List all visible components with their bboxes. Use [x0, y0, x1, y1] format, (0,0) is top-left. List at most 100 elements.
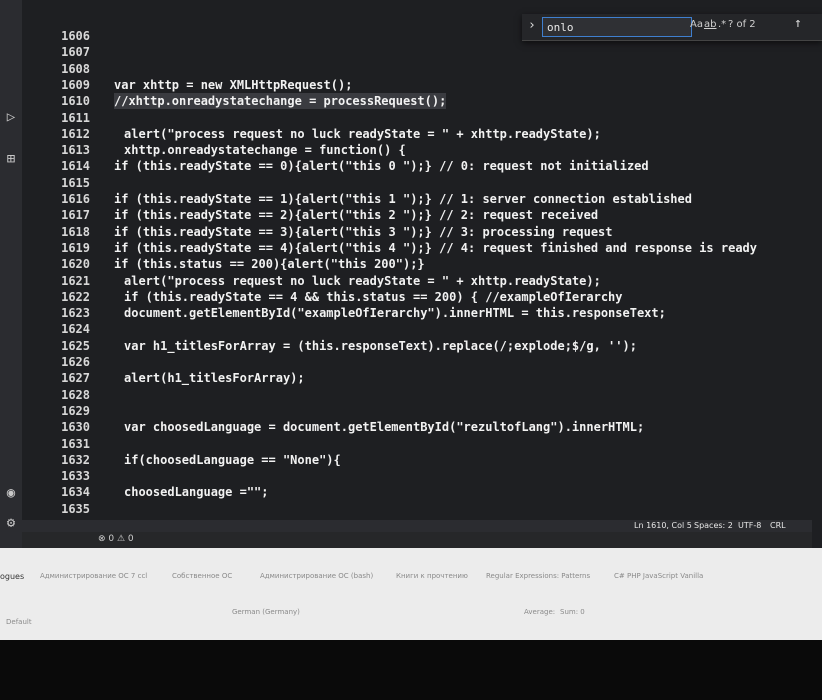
line-number: 1624: [61, 322, 90, 337]
code-line[interactable]: 1629: [22, 403, 812, 419]
find-match-count: ? of 2: [728, 19, 756, 30]
match-case-toggle[interactable]: Aa: [690, 19, 703, 30]
code-line[interactable]: 1607: [22, 44, 812, 60]
code-text[interactable]: if (this.readyState == 4 && this.status …: [124, 289, 623, 305]
line-number: 1632: [61, 452, 90, 467]
account-icon[interactable]: ◉: [2, 484, 20, 502]
find-widget: › Aa ab .* ? of 2 ↑: [522, 14, 822, 41]
code-line[interactable]: 1621 alert("process request no luck ready…: [22, 273, 812, 289]
sheet-tabs-row: ogues Администрирование ОС 7 ccl Собственн…: [0, 568, 822, 590]
sheet-tab[interactable]: Администрирование ОС (bash): [260, 572, 373, 580]
code-line[interactable]: 1616 if (this.readyState == 1){alert("thi…: [22, 191, 812, 207]
code-text[interactable]: choosedLanguage ="";: [124, 484, 269, 500]
code-line[interactable]: 1608: [22, 61, 812, 77]
line-number: 1611: [61, 110, 90, 125]
line-number: 1615: [61, 175, 90, 190]
code-line[interactable]: 1609 var xhttp = new XMLHttpRequest();: [22, 77, 812, 93]
code-line[interactable]: 1632 if(choosedLanguage == "None"){: [22, 452, 812, 468]
code-line[interactable]: 1628: [22, 387, 812, 403]
line-number: 1626: [61, 355, 90, 369]
line-number: 1627: [61, 371, 90, 386]
code-line[interactable]: 1620 if (this.status == 200){alert("this …: [22, 256, 812, 272]
default-status: Default: [6, 618, 32, 626]
code-text[interactable]: xhttp.onreadystatechange = function() {: [124, 142, 406, 158]
code-line[interactable]: 1634 choosedLanguage ="";: [22, 484, 812, 500]
code-line[interactable]: 1635: [22, 501, 812, 517]
regex-toggle[interactable]: .*: [718, 19, 726, 30]
code-text[interactable]: alert("process request no luck readyStat…: [124, 273, 601, 289]
code-text[interactable]: alert(h1_titlesForArray);: [124, 370, 305, 386]
code-line[interactable]: 1631: [22, 436, 812, 452]
find-input[interactable]: [542, 17, 692, 37]
line-number: 1612: [61, 126, 90, 141]
code-text[interactable]: document.getElementById("exampleOfIerarc…: [124, 305, 666, 321]
code-text[interactable]: var choosedLanguage = document.getElemen…: [124, 419, 644, 435]
encoding-setting[interactable]: UTF-8: [738, 520, 761, 532]
code-text[interactable]: if (this.readyState == 2){alert("this 2 …: [114, 207, 598, 223]
code-line[interactable]: 1615: [22, 175, 812, 191]
sheet-tab[interactable]: ogues: [0, 572, 24, 581]
code-line[interactable]: 1614 if (this.readyState == 0){alert("thi…: [22, 158, 812, 174]
code-text[interactable]: if (this.readyState == 0){alert("this 0 …: [114, 158, 649, 174]
code-line[interactable]: 1622 if (this.readyState == 4 && this.sta…: [22, 289, 812, 305]
line-number: 1613: [61, 143, 90, 158]
extensions-icon[interactable]: ⊞: [2, 150, 20, 168]
background-window: ogues Администрирование ОС 7 ccl Собственн…: [0, 548, 822, 640]
eol-setting[interactable]: CRL: [770, 520, 786, 532]
settings-gear-icon[interactable]: ⚙: [2, 514, 20, 532]
code-line[interactable]: 1610 //xhttp.onreadystatechange = process…: [22, 93, 812, 110]
code-line[interactable]: 1612 alert("process request no luck ready…: [22, 126, 812, 142]
code-line[interactable]: 1626: [22, 354, 812, 370]
sheet-tab[interactable]: Администрирование ОС 7 ccl: [40, 572, 147, 580]
average-status: Average:: [524, 608, 556, 616]
lower-status-row: German (Germany) Average: Sum: 0 Default: [0, 604, 822, 626]
code-line[interactable]: 1613 xhttp.onreadystatechange = function(…: [22, 142, 812, 158]
code-line[interactable]: 1627 alert(h1_titlesForArray);: [22, 370, 812, 386]
code-line[interactable]: 1611: [22, 110, 812, 126]
line-number: 1609: [61, 77, 90, 92]
toggle-replace-chevron-icon[interactable]: ›: [528, 18, 536, 33]
line-number: 1620: [61, 257, 90, 272]
line-number: 1614: [61, 159, 90, 174]
indentation-setting[interactable]: Spaces: 2: [694, 520, 733, 532]
line-number: 1617: [61, 208, 90, 223]
code-text[interactable]: if (this.readyState == 3){alert("this 3 …: [114, 224, 613, 240]
whole-word-toggle[interactable]: ab: [704, 19, 716, 30]
code-editor[interactable]: 1606 1607 1608 1609 var xhttp = new XMLHttpR…: [22, 0, 812, 597]
code-text[interactable]: //xhttp.onreadystatechange = processRequ…: [114, 93, 447, 110]
code-line[interactable]: 1618 if (this.readyState == 3){alert("thi…: [22, 224, 812, 240]
code-line[interactable]: 1624: [22, 321, 812, 337]
run-debug-icon[interactable]: ▷: [2, 108, 20, 126]
code-text[interactable]: var h1_titlesForArray = (this.responseTe…: [124, 338, 637, 354]
sheet-tab[interactable]: Собственное ОС: [172, 572, 232, 580]
code-text[interactable]: if(choosedLanguage == "None"){: [124, 452, 341, 468]
problems-indicator[interactable]: ⊗ 0 ⚠ 0: [98, 534, 134, 544]
code-line[interactable]: 1619 if (this.readyState == 4){alert("thi…: [22, 240, 812, 256]
line-number: 1606: [61, 29, 90, 43]
sheet-tab[interactable]: C# PHP JavaScript Vanilla: [614, 572, 703, 580]
language-status: German (Germany): [232, 608, 300, 616]
code-text[interactable]: if (this.status == 200){alert("this 200"…: [114, 256, 425, 272]
cursor-position[interactable]: Ln 1610, Col 5: [634, 520, 692, 532]
activity-bar: ▷ ⊞ ◉ ⚙: [0, 0, 22, 548]
code-text[interactable]: if (this.readyState == 1){alert("this 1 …: [114, 191, 692, 207]
code-line[interactable]: 1630 var choosedLanguage = document.getEl…: [22, 419, 812, 435]
code-text[interactable]: if (this.readyState == 4){alert("this 4 …: [114, 240, 757, 256]
line-number: 1633: [61, 469, 90, 484]
previous-match-icon[interactable]: ↑: [794, 16, 802, 31]
code-line[interactable]: 1617 if (this.readyState == 2){alert("thi…: [22, 207, 812, 223]
code-line[interactable]: 1623 document.getElementById("exampleOfIe…: [22, 305, 812, 321]
panel-strip: ⊗ 0 ⚠ 0: [22, 532, 812, 548]
sheet-tab[interactable]: Книги к прочтению: [396, 572, 468, 580]
code-line[interactable]: 1633: [22, 468, 812, 484]
line-number: 1629: [61, 403, 90, 418]
line-number: 1618: [61, 224, 90, 239]
line-number: 1623: [61, 306, 90, 321]
line-number: 1616: [61, 192, 90, 206]
code-text[interactable]: var xhttp = new XMLHttpRequest();: [114, 77, 352, 93]
code-text[interactable]: alert("process request no luck readyStat…: [124, 126, 601, 142]
sheet-tab[interactable]: Regular Expressions: Patterns: [486, 572, 590, 580]
line-number: 1622: [61, 289, 90, 304]
line-number: 1607: [61, 45, 90, 60]
code-line[interactable]: 1625 var h1_titlesForArray = (this.respon…: [22, 338, 812, 354]
